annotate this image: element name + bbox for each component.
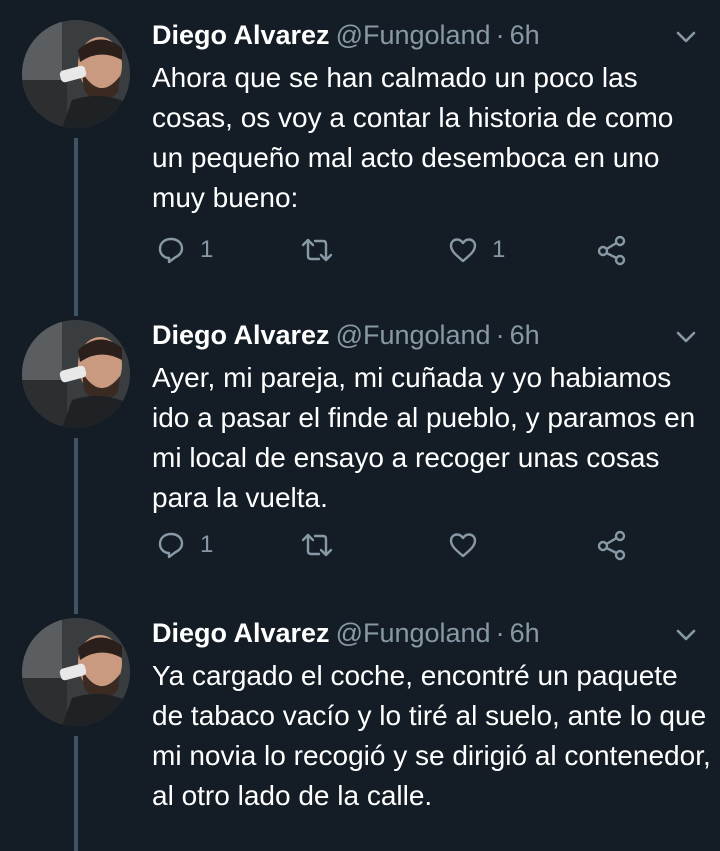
reply-icon	[156, 235, 186, 265]
tweet-actions: 1 1	[152, 230, 692, 270]
like-button[interactable]	[448, 525, 492, 565]
separator-dot: ·	[495, 618, 505, 648]
thread-connector-line	[74, 300, 78, 316]
tweet-thread: { "theme": { "background": "#141d26", "t…	[0, 0, 720, 851]
reply-button[interactable]: 1	[156, 230, 213, 270]
tweet-actions: 1	[152, 525, 692, 565]
retweet-icon	[300, 235, 334, 265]
tweet-time[interactable]: 6h	[510, 20, 540, 50]
avatar-photo	[22, 320, 130, 428]
author-handle[interactable]: @Fungoland	[336, 618, 491, 648]
retweet-button[interactable]	[300, 525, 348, 565]
author-name[interactable]: Diego Alvarez	[152, 20, 330, 50]
share-button[interactable]	[596, 230, 628, 270]
separator-dot: ·	[495, 20, 505, 50]
tweet-header: Diego Alvarez @Fungoland · 6h	[152, 613, 540, 653]
like-button[interactable]: 1	[448, 230, 505, 270]
chevron-down-icon[interactable]	[671, 620, 701, 650]
tweet-time[interactable]: 6h	[510, 320, 540, 350]
retweet-button[interactable]	[300, 230, 348, 270]
author-handle[interactable]: @Fungoland	[336, 20, 491, 50]
reply-count: 1	[200, 531, 214, 558]
avatar[interactable]	[22, 320, 130, 428]
share-icon	[596, 234, 628, 266]
reply-count: 1	[200, 236, 214, 263]
avatar-photo	[22, 20, 130, 128]
tweet-header: Diego Alvarez @Fungoland · 6h	[152, 315, 540, 355]
heart-icon	[448, 530, 478, 560]
author-name[interactable]: Diego Alvarez	[152, 618, 330, 648]
reply-icon	[156, 530, 186, 560]
share-button[interactable]	[596, 525, 628, 565]
tweet-text: Ahora que se han calmado un poco las cos…	[152, 62, 674, 213]
author-handle[interactable]: @Fungoland	[336, 320, 491, 350]
heart-icon	[448, 235, 478, 265]
thread-connector-line	[74, 598, 78, 614]
thread-connector-line	[74, 438, 78, 598]
avatar[interactable]	[22, 618, 130, 726]
tweet[interactable]: Diego Alvarez @Fungoland · 6h Ya cargado el…	[0, 598, 720, 851]
avatar[interactable]	[22, 20, 130, 128]
thread-connector-line	[74, 138, 78, 300]
tweet-text: Ya cargado el coche, encontré un paquete…	[152, 660, 711, 811]
tweet[interactable]: Diego Alvarez @Fungoland · 6h Ahora que se …	[0, 0, 720, 300]
like-count: 1	[492, 236, 506, 263]
author-name[interactable]: Diego Alvarez	[152, 320, 330, 350]
reply-button[interactable]: 1	[156, 525, 213, 565]
tweet-text: Ayer, mi pareja, mi cuñada y yo habiamos…	[152, 362, 696, 513]
avatar-photo	[22, 618, 130, 726]
chevron-down-icon[interactable]	[671, 22, 701, 52]
share-icon	[596, 529, 628, 561]
separator-dot: ·	[495, 320, 505, 350]
thread-connector-line	[74, 736, 78, 851]
tweet-header: Diego Alvarez @Fungoland · 6h	[152, 15, 540, 55]
tweet-time[interactable]: 6h	[510, 618, 540, 648]
chevron-down-icon[interactable]	[671, 322, 701, 352]
tweet[interactable]: Diego Alvarez @Fungoland · 6h Ayer, mi pare…	[0, 300, 720, 598]
retweet-icon	[300, 530, 334, 560]
